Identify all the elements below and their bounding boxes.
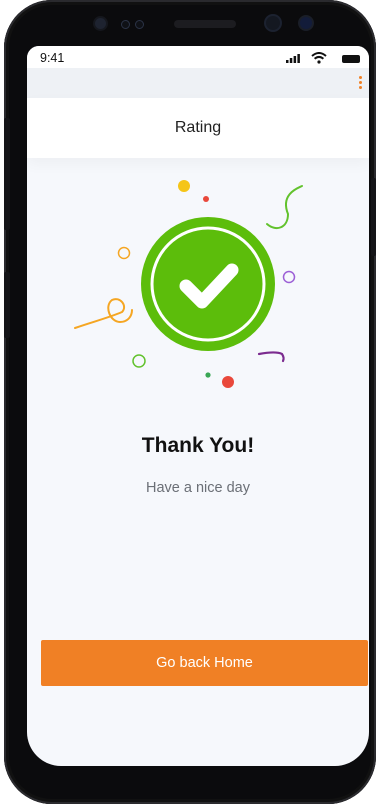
check-circle-icon	[141, 217, 275, 351]
power-button	[371, 178, 376, 256]
confetti-streamer	[257, 351, 285, 363]
confetti-ring	[117, 246, 131, 260]
subtitle-text: Have a nice day	[146, 480, 250, 496]
page-header: Rating	[27, 98, 369, 158]
sensor-icon	[135, 20, 144, 29]
status-bar: 9:41	[27, 46, 369, 68]
go-back-home-button[interactable]: Go back Home	[41, 640, 368, 686]
confetti-streamer	[74, 298, 133, 329]
volume-button	[4, 118, 10, 230]
confetti-dot	[222, 376, 234, 388]
success-illustration	[74, 180, 303, 388]
app-toolbar	[27, 68, 369, 98]
confetti-dot	[203, 196, 209, 202]
confetti-ring	[132, 354, 146, 368]
phone-frame: 9:41 Rating Thank You! Have a nice day G…	[4, 0, 376, 804]
status-time: 9:41	[40, 51, 65, 65]
battery-icon	[342, 55, 360, 63]
screen: 9:41 Rating Thank You! Have a nice day G…	[27, 46, 369, 766]
confetti-dot	[178, 180, 190, 192]
bixby-button	[4, 272, 10, 338]
signal-icon	[286, 54, 300, 63]
earpiece-speaker	[174, 20, 236, 28]
confetti-ring	[282, 270, 296, 284]
iris-scanner-icon	[300, 17, 312, 29]
page-title: Rating	[174, 119, 222, 136]
thank-you-heading: Thank You!	[141, 434, 255, 457]
sensor-bar	[4, 0, 376, 46]
sensor-icon	[121, 20, 130, 29]
menu-more-icon[interactable]	[355, 70, 365, 94]
confetti-streamer	[266, 185, 303, 230]
front-camera-icon	[266, 16, 280, 30]
confetti-dot	[205, 372, 211, 378]
wifi-icon	[311, 52, 327, 64]
sensor-icon	[95, 18, 106, 29]
